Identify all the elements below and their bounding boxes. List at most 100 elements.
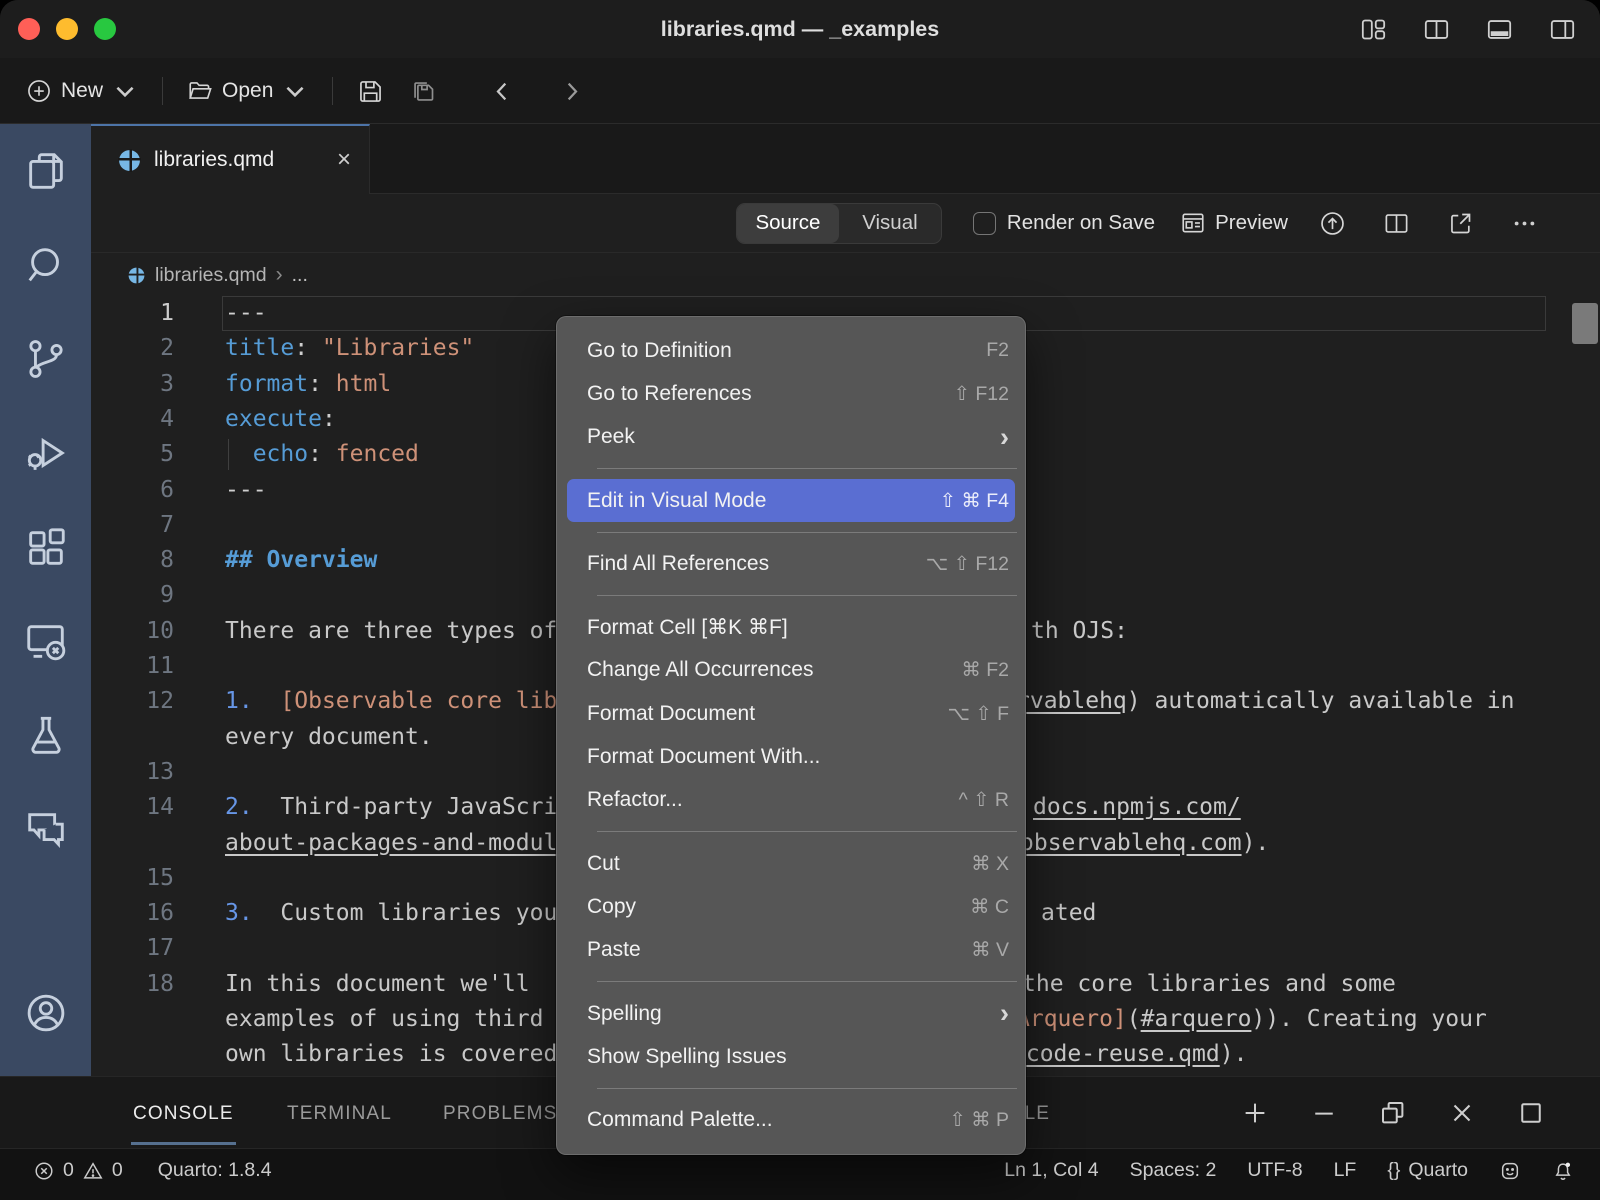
problems-status[interactable]: 0 0 — [33, 1159, 123, 1182]
source-mode-button[interactable]: Source — [737, 204, 839, 243]
code-text: 1. [Observable core lib — [225, 684, 557, 719]
menu-item-go-to-references[interactable]: Go to References⇧ F12 — [557, 372, 1025, 415]
menu-item-label: Format Document With... — [587, 745, 1009, 769]
encoding-status[interactable]: UTF-8 — [1247, 1159, 1302, 1182]
restore-panel-icon[interactable] — [1372, 1092, 1414, 1134]
line-number: 18 — [130, 967, 174, 1002]
eol-status[interactable]: LF — [1334, 1159, 1357, 1182]
close-tab-icon[interactable]: × — [337, 148, 351, 172]
quarto-icon — [127, 266, 146, 285]
cursor-position-status[interactable]: Ln 1, Col 4 — [1004, 1159, 1098, 1182]
toggle-panel-icon[interactable] — [1480, 10, 1519, 49]
visual-mode-button[interactable]: Visual — [839, 204, 941, 243]
code-text: There are three types of — [225, 614, 557, 649]
menu-item-shortcut: ⌘ V — [971, 938, 1009, 962]
open-button[interactable]: Open — [181, 72, 314, 110]
panel-tab-terminal[interactable]: TERMINAL — [287, 1101, 392, 1127]
new-console-icon[interactable] — [1234, 1092, 1276, 1134]
menu-separator — [557, 585, 1025, 605]
render-on-save-checkbox[interactable] — [973, 212, 996, 235]
menu-item-refactor[interactable]: Refactor...^ ⇧ R — [557, 779, 1025, 822]
open-in-new-window-icon[interactable] — [1441, 204, 1480, 243]
menu-item-shortcut: ⌥ ⇧ F12 — [926, 552, 1009, 576]
menu-item-change-all-occurrences[interactable]: Change All Occurrences⌘ F2 — [557, 649, 1025, 692]
menu-item-edit-in-visual-mode[interactable]: Edit in Visual Mode⇧ ⌘ F4 — [567, 479, 1015, 522]
menu-item-shortcut: F2 — [986, 339, 1009, 362]
breadcrumb-file[interactable]: libraries.qmd — [155, 264, 267, 287]
menu-item-copy[interactable]: Copy⌘ C — [557, 885, 1025, 928]
menu-item-shortcut: ⇧ ⌘ F4 — [940, 489, 1009, 513]
maximize-panel-icon[interactable] — [1510, 1092, 1552, 1134]
back-button[interactable] — [483, 72, 522, 111]
publish-icon[interactable] — [1313, 204, 1352, 243]
code-text-fragment: ated — [1041, 896, 1096, 931]
language-mode-status[interactable]: {}Quarto — [1387, 1159, 1468, 1182]
menu-item-shortcut: ⌘ C — [970, 895, 1009, 919]
submenu-chevron-icon: › — [1000, 1000, 1009, 1027]
preview-button[interactable]: Preview — [1180, 210, 1288, 236]
menu-item-label: Copy — [587, 895, 970, 919]
menu-item-show-spelling-issues[interactable]: Show Spelling Issues — [557, 1035, 1025, 1078]
split-editor-icon[interactable] — [1377, 204, 1416, 243]
code-text-fragment: (code-reuse.qmd). — [1012, 1037, 1247, 1072]
quarto-version-status[interactable]: Quarto: 1.8.4 — [158, 1159, 272, 1182]
explorer-icon[interactable] — [0, 124, 91, 218]
menu-item-paste[interactable]: Paste⌘ V — [557, 929, 1025, 972]
menu-item-label: Command Palette... — [587, 1108, 949, 1132]
menu-item-format-cell-k-f[interactable]: Format Cell [⌘K ⌘F] — [557, 605, 1025, 648]
toggle-secondary-sidebar-icon[interactable] — [1543, 10, 1582, 49]
menu-item-format-document-with[interactable]: Format Document With... — [557, 735, 1025, 778]
code-text: In this document we'll — [225, 967, 544, 1002]
breadcrumb-more[interactable]: ... — [292, 264, 308, 287]
minimize-panel-icon[interactable] — [1303, 1092, 1345, 1134]
open-button-label: Open — [222, 79, 273, 103]
line-number: 17 — [130, 931, 174, 966]
split-editor-layout-icon[interactable] — [1417, 10, 1456, 49]
tab-libraries-qmd[interactable]: libraries.qmd × — [91, 124, 370, 194]
customize-layout-icon[interactable] — [1354, 10, 1393, 49]
menu-item-find-all-references[interactable]: Find All References⌥ ⇧ F12 — [557, 542, 1025, 585]
menu-item-peek[interactable]: Peek› — [557, 416, 1025, 459]
error-count: 0 — [63, 1159, 74, 1182]
line-number: 3 — [130, 367, 174, 402]
menu-item-label: Peek — [587, 425, 1000, 449]
code-text: title: "Libraries" — [225, 331, 474, 366]
preview-label: Preview — [1215, 211, 1288, 235]
line-number: 11 — [130, 649, 174, 684]
forward-button[interactable] — [552, 72, 591, 111]
code-text: execute: — [225, 402, 336, 437]
breadcrumb-chevron-icon: › — [276, 263, 283, 287]
menu-item-cut[interactable]: Cut⌘ X — [557, 842, 1025, 885]
menu-item-spelling[interactable]: Spelling› — [557, 992, 1025, 1035]
title-bar: libraries.qmd — _examples — [0, 0, 1600, 58]
line-number: 10 — [130, 614, 174, 649]
editor-scrollbar-thumb[interactable] — [1572, 303, 1598, 344]
context-menu: Go to DefinitionF2Go to References⇧ F12P… — [556, 316, 1026, 1155]
close-panel-icon[interactable] — [1441, 1092, 1483, 1134]
menu-item-command-palette[interactable]: Command Palette...⇧ ⌘ P — [557, 1098, 1025, 1141]
more-actions-icon[interactable] — [1505, 204, 1544, 243]
toolbar-divider — [162, 77, 163, 105]
editor-tab-strip: libraries.qmd × — [91, 124, 1600, 194]
indentation-status[interactable]: Spaces: 2 — [1130, 1159, 1217, 1182]
feedback-smiley-icon[interactable] — [1499, 1160, 1521, 1182]
line-number: 14 — [130, 790, 174, 825]
panel-tab-problems[interactable]: PROBLEMS — [443, 1101, 557, 1127]
panel-tab-console[interactable]: CONSOLE — [133, 1101, 234, 1127]
render-on-save-label: Render on Save — [1007, 211, 1155, 235]
notifications-bell-icon[interactable] — [1552, 1160, 1574, 1182]
menu-item-label: Spelling — [587, 1002, 1000, 1026]
code-text: every document. — [225, 720, 433, 755]
code-text-fragment: the core libraries and some — [1022, 967, 1396, 1002]
chevron-down-icon — [282, 78, 308, 104]
warning-count: 0 — [112, 1159, 123, 1182]
new-button[interactable]: New — [20, 72, 144, 110]
menu-item-format-document[interactable]: Format Document⌥ ⇧ F — [557, 692, 1025, 735]
line-number: 2 — [130, 331, 174, 366]
language-label: Quarto — [1408, 1159, 1468, 1182]
save-all-button[interactable] — [404, 72, 443, 111]
plus-circle-icon — [26, 78, 52, 104]
save-button[interactable] — [351, 72, 390, 111]
menu-item-go-to-definition[interactable]: Go to DefinitionF2 — [557, 329, 1025, 372]
line-number: 5 — [130, 437, 174, 472]
